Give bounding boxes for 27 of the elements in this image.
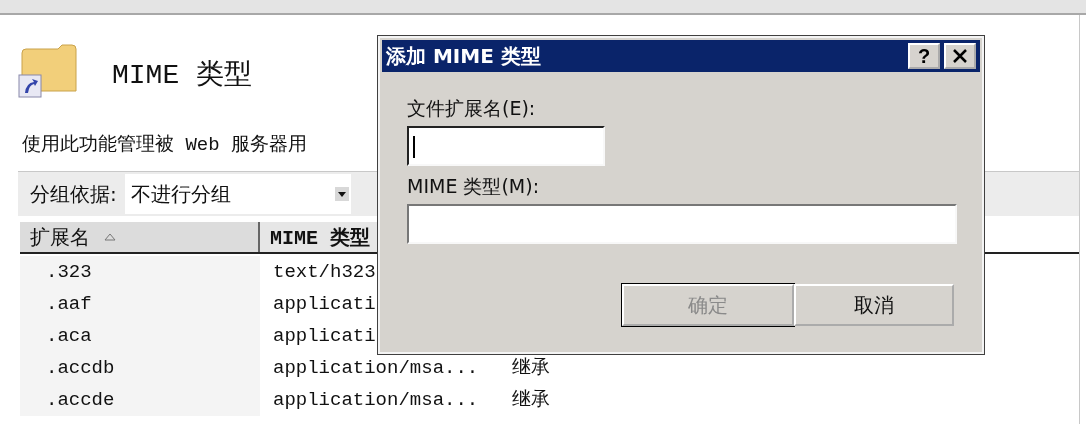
cancel-button[interactable]: 取消	[794, 284, 954, 326]
table-cell-text: 继承	[511, 356, 551, 381]
page-title: MIME 类型	[112, 59, 252, 93]
table-cell: .accdb	[20, 352, 260, 384]
table-cell: .aca	[20, 320, 260, 352]
table-cell: .323	[20, 256, 260, 288]
table-cell: .accde	[20, 384, 260, 416]
table-cell-text: applicati	[272, 324, 377, 349]
field-label: 文件扩展名(E):	[407, 96, 537, 121]
group-by-dropdown[interactable]: 不进行分组	[124, 174, 351, 214]
group-by-label: 分组依据:	[30, 180, 117, 208]
close-button[interactable]	[944, 43, 976, 69]
table-cell-text: application/msa...	[272, 388, 480, 413]
table-cell-text: 继承	[511, 388, 551, 413]
table-cell: .aaf	[20, 288, 260, 320]
close-icon	[952, 49, 968, 63]
table-cell-text: text/h323	[272, 260, 377, 285]
input-field[interactable]	[407, 204, 957, 244]
page-description: 使用此功能管理被 Web 服务器用	[22, 133, 307, 157]
input-field[interactable]	[407, 126, 605, 166]
table-cell-text: applicati	[272, 292, 377, 317]
column-header[interactable]: 扩展名	[20, 222, 260, 252]
field-label: MIME 类型(M):	[407, 174, 541, 199]
help-button[interactable]: ?	[908, 43, 940, 69]
dialog-title: 添加 MIME 类型	[386, 42, 541, 70]
table-cell-text: application/msa...	[272, 356, 480, 381]
folder-shortcut-icon	[18, 41, 78, 99]
